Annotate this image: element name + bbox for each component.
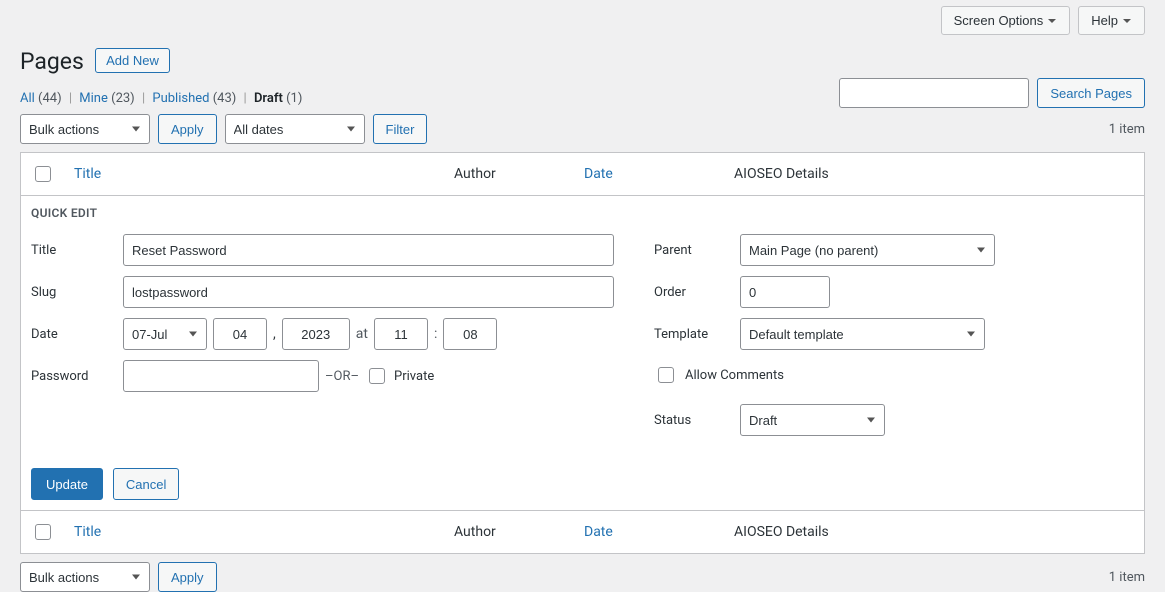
apply-button-bottom[interactable]: Apply <box>158 562 217 592</box>
chevron-down-icon <box>1047 16 1057 26</box>
qe-template-select[interactable]: Default template <box>740 318 985 350</box>
search-input[interactable] <box>839 78 1029 108</box>
qe-hour-input[interactable] <box>374 318 428 350</box>
column-author-bottom: Author <box>444 511 574 554</box>
item-count-bottom: 1 item <box>1109 570 1145 585</box>
help-label: Help <box>1091 13 1118 28</box>
qe-parent-label: Parent <box>654 243 740 258</box>
qe-status-select[interactable]: Draft <box>740 404 885 436</box>
quick-edit-row: Quick Edit Title Slug <box>21 196 1145 511</box>
qe-allow-comments-label: Allow Comments <box>685 368 784 383</box>
qe-order-input[interactable] <box>740 276 830 308</box>
item-count-top: 1 item <box>1109 122 1145 137</box>
cancel-button[interactable]: Cancel <box>113 468 179 500</box>
qe-private-label: Private <box>394 369 434 384</box>
filter-draft[interactable]: Draft (1) <box>254 91 302 106</box>
qe-allow-comments-checkbox[interactable] <box>658 367 674 383</box>
qe-slug-label: Slug <box>31 285 123 300</box>
add-new-button[interactable]: Add New <box>95 48 170 73</box>
qe-day-input[interactable] <box>213 318 267 350</box>
qe-password-input[interactable] <box>123 360 319 392</box>
qe-minute-input[interactable] <box>443 318 497 350</box>
help-button[interactable]: Help <box>1078 6 1145 35</box>
qe-slug-input[interactable] <box>123 276 614 308</box>
select-all-top[interactable] <box>35 166 51 182</box>
qe-date-label: Date <box>31 327 123 342</box>
filter-button[interactable]: Filter <box>373 114 428 144</box>
qe-title-label: Title <box>31 243 123 258</box>
qe-year-input[interactable] <box>282 318 350 350</box>
qe-title-input[interactable] <box>123 234 614 266</box>
column-title-bottom[interactable]: Title <box>74 524 101 540</box>
qe-or: –OR– <box>325 369 359 384</box>
qe-month-select[interactable]: 07-Jul <box>123 318 207 350</box>
qe-parent-select[interactable]: Main Page (no parent) <box>740 234 995 266</box>
filter-all[interactable]: All (44) <box>20 91 62 106</box>
qe-private-checkbox[interactable] <box>369 368 385 384</box>
qe-at: at <box>356 326 368 342</box>
bulk-actions-select-bottom[interactable]: Bulk actions <box>20 562 150 592</box>
screen-options-label: Screen Options <box>954 13 1044 28</box>
filter-mine[interactable]: Mine (23) <box>79 91 134 106</box>
chevron-down-icon <box>1122 16 1132 26</box>
column-aioseo: AIOSEO Details <box>724 153 1145 196</box>
bulk-actions-select-top[interactable]: Bulk actions <box>20 114 150 144</box>
qe-order-label: Order <box>654 285 740 300</box>
screen-options-button[interactable]: Screen Options <box>941 6 1071 35</box>
column-date[interactable]: Date <box>584 166 613 182</box>
quick-edit-heading: Quick Edit <box>31 206 1134 220</box>
qe-status-label: Status <box>654 413 740 428</box>
column-aioseo-bottom: AIOSEO Details <box>724 511 1145 554</box>
qe-template-label: Template <box>654 327 740 342</box>
apply-button-top[interactable]: Apply <box>158 114 217 144</box>
qe-password-label: Password <box>31 369 123 384</box>
column-title[interactable]: Title <box>74 166 101 182</box>
column-author: Author <box>444 153 574 196</box>
filter-published[interactable]: Published (43) <box>152 91 236 106</box>
select-all-bottom[interactable] <box>35 524 51 540</box>
search-button[interactable]: Search Pages <box>1037 78 1145 108</box>
update-button[interactable]: Update <box>31 468 103 500</box>
column-date-bottom[interactable]: Date <box>584 524 613 540</box>
pages-table: Title Author Date AIOSEO Details Quick E… <box>20 152 1145 554</box>
date-filter-select[interactable]: All dates <box>225 114 365 144</box>
page-title: Pages <box>20 39 84 79</box>
